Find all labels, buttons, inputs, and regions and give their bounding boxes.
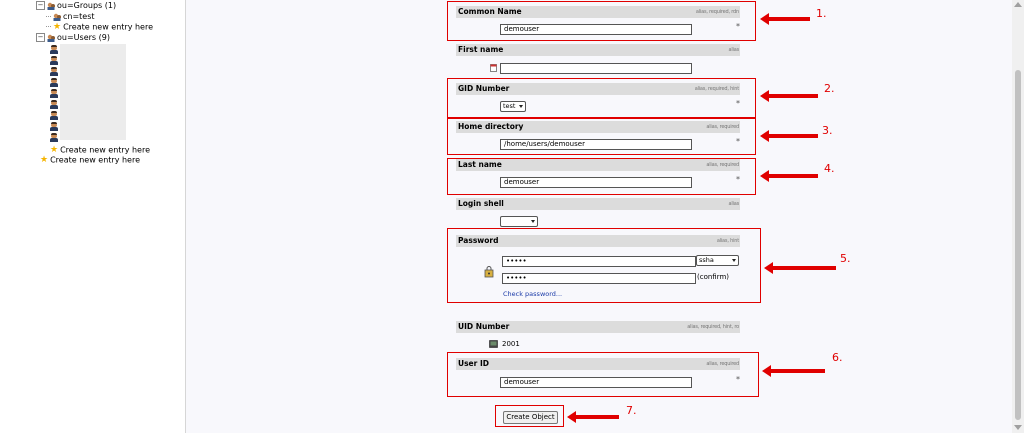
user-icon[interactable] — [50, 78, 58, 87]
annotation-number-2: 2. — [824, 82, 835, 95]
annotation-arrow-2 — [760, 90, 818, 102]
ldap-tree-panel: − ou=Groups (1) cn=test ★ Create new entry… — [0, 0, 186, 433]
annotation-box-1 — [447, 1, 756, 41]
annotation-box-2 — [447, 78, 756, 118]
user-icon[interactable] — [50, 122, 58, 131]
annotation-box-4 — [447, 158, 756, 195]
first-name-hint: alias — [728, 47, 739, 53]
group-icon — [53, 13, 61, 21]
calendar-icon — [490, 63, 497, 74]
create-entry-label: Create new entry here — [60, 145, 151, 155]
user-icon[interactable] — [50, 45, 58, 54]
user-icon[interactable] — [50, 89, 58, 98]
user-icon[interactable] — [50, 67, 58, 76]
annotation-arrow-4 — [760, 170, 818, 182]
star-icon: ★ — [50, 145, 59, 155]
login-shell-header: Login shell alias — [456, 198, 740, 210]
create-entry-label: Create new entry here — [50, 155, 141, 165]
annotation-number-7: 7. — [626, 404, 637, 417]
annotation-number-6: 6. — [832, 351, 843, 364]
user-icon[interactable] — [50, 100, 58, 109]
annotation-arrow-5 — [764, 262, 836, 274]
chevron-down-icon — [531, 220, 535, 223]
vertical-scrollbar[interactable] — [1012, 0, 1024, 433]
create-entry-label: Create new entry here — [63, 22, 154, 32]
first-name-label: First name — [458, 45, 504, 54]
redacted-user-list — [60, 44, 126, 140]
tree-create-entry-groups[interactable]: ★ Create new entry here — [46, 22, 153, 32]
group-icon — [47, 34, 55, 42]
tree-item-users-label: ou=Users (9) — [57, 33, 110, 42]
annotation-number-4: 4. — [824, 162, 835, 175]
tree-create-entry-root[interactable]: ★ Create new entry here — [40, 155, 140, 165]
annotation-number-5: 5. — [840, 252, 851, 265]
scroll-up-icon[interactable] — [1014, 2, 1022, 7]
annotation-box-5 — [447, 228, 761, 303]
terminal-icon — [489, 340, 498, 350]
first-name-header: First name alias — [456, 44, 740, 56]
tree-item-group-test[interactable]: cn=test — [46, 12, 95, 22]
user-icon[interactable] — [50, 133, 58, 142]
login-shell-select[interactable] — [500, 216, 538, 227]
tree-item-users[interactable]: − ou=Users (9) — [36, 33, 110, 43]
uid-number-label: UID Number — [458, 322, 510, 331]
star-icon: ★ — [40, 155, 49, 165]
annotation-number-1: 1. — [816, 7, 827, 20]
uid-number-hint: alias, required, hint, ro — [687, 324, 739, 330]
scroll-down-icon[interactable] — [1014, 425, 1022, 430]
tree-item-groups[interactable]: − ou=Groups (1) — [36, 1, 116, 11]
tree-item-group-test-label: cn=test — [63, 12, 95, 21]
tree-item-groups-label: ou=Groups (1) — [57, 1, 117, 10]
first-name-input[interactable] — [500, 63, 692, 74]
user-icon[interactable] — [50, 111, 58, 120]
uid-number-value: 2001 — [502, 340, 520, 348]
annotation-box-3 — [447, 118, 756, 155]
annotation-arrow-3 — [760, 130, 818, 142]
collapse-icon[interactable]: − — [36, 33, 45, 42]
annotation-arrow-7 — [567, 411, 619, 423]
annotation-arrow-1 — [760, 13, 810, 25]
tree-create-entry-users[interactable]: ★ Create new entry here — [50, 145, 150, 155]
annotation-number-3: 3. — [822, 124, 833, 137]
user-icon[interactable] — [50, 56, 58, 65]
scrollbar-thumb[interactable] — [1015, 70, 1021, 420]
star-icon: ★ — [53, 22, 62, 32]
uid-number-header: UID Number alias, required, hint, ro — [456, 321, 740, 333]
group-icon — [47, 2, 55, 10]
annotation-arrow-6 — [762, 365, 825, 377]
collapse-icon[interactable]: − — [36, 1, 45, 10]
annotation-box-6 — [447, 352, 759, 397]
login-shell-hint: alias — [728, 201, 739, 207]
login-shell-label: Login shell — [458, 199, 504, 208]
annotation-box-7 — [495, 405, 564, 427]
